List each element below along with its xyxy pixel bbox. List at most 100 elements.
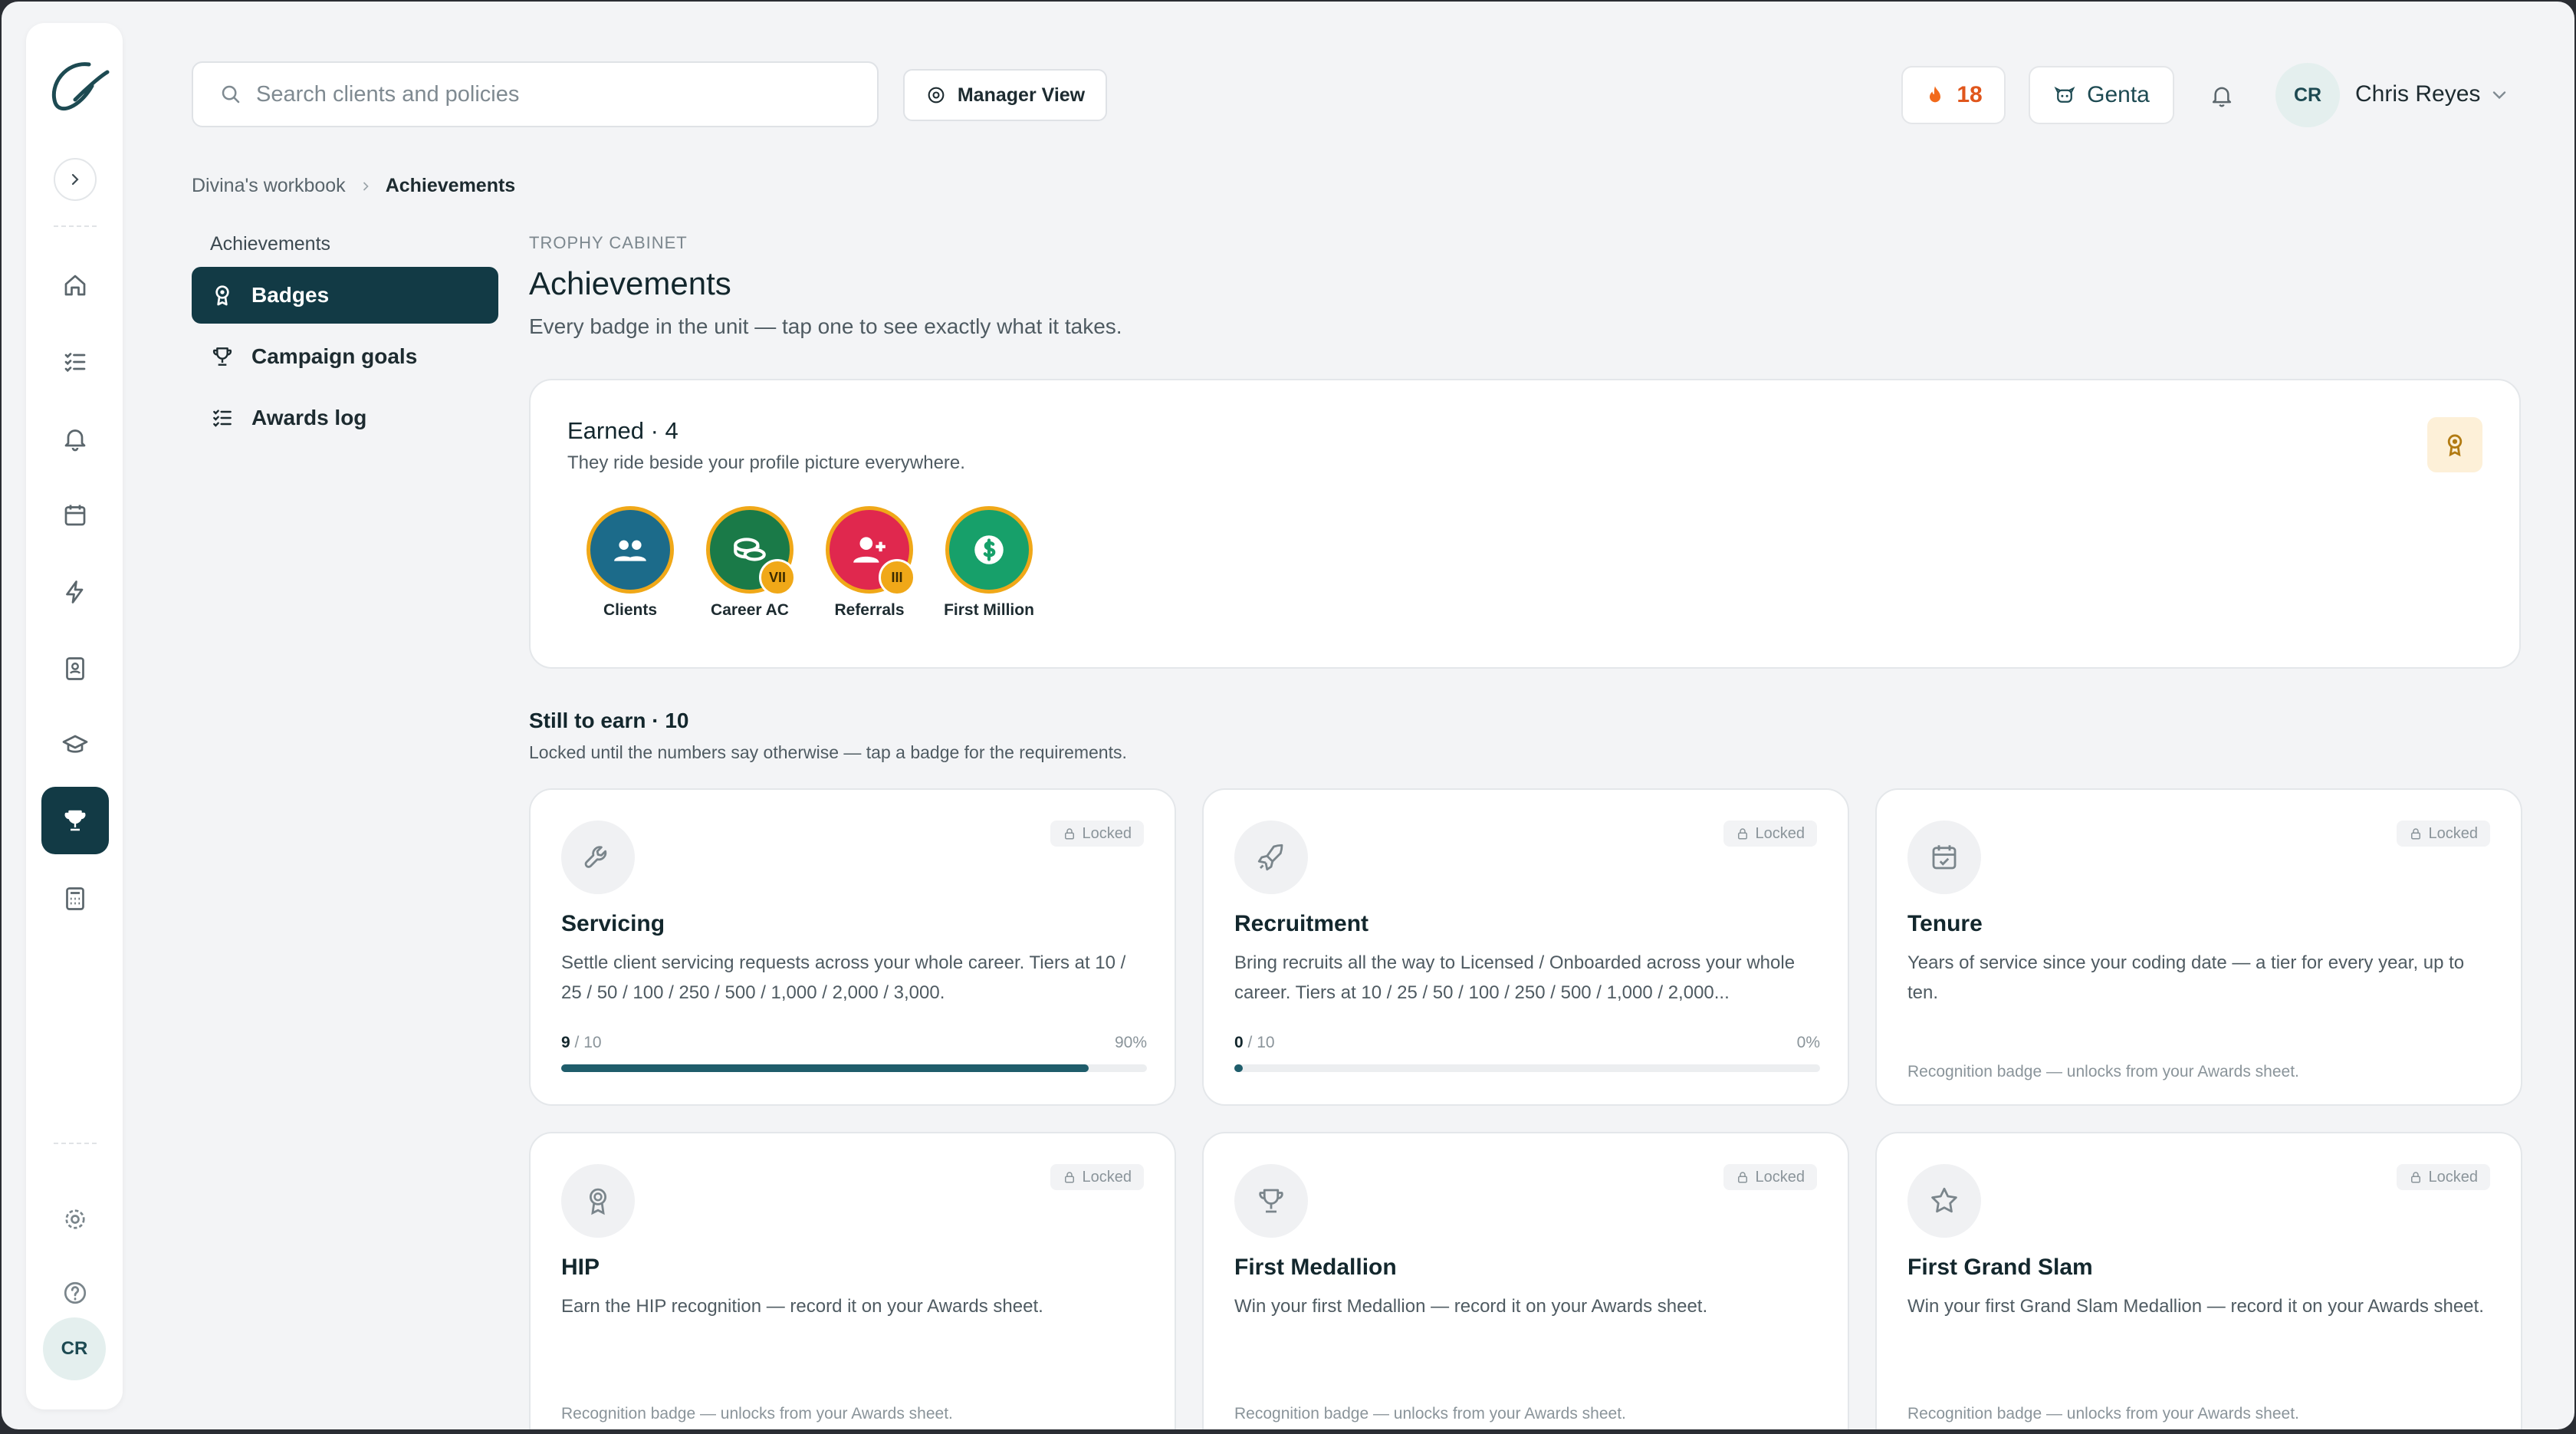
- card-footnote: Recognition badge — unlocks from your Aw…: [1234, 1405, 1626, 1422]
- progress-percent: 90%: [1114, 1034, 1147, 1051]
- streak-badge[interactable]: 18: [1901, 66, 2006, 124]
- locked-badge-card-recruitment[interactable]: Locked Recruitment Bring recruits all th…: [1202, 788, 1849, 1106]
- nav-calculator[interactable]: [41, 865, 109, 932]
- breadcrumb-parent[interactable]: Divina's workbook: [192, 175, 346, 197]
- nav-help[interactable]: [41, 1259, 109, 1327]
- locked-badge-card-servicing[interactable]: Locked Servicing Settle client servicing…: [529, 788, 1176, 1106]
- star-icon: [1907, 1164, 1981, 1238]
- nav-contacts[interactable]: [41, 635, 109, 702]
- nav-activity[interactable]: [41, 558, 109, 626]
- search-input[interactable]: [256, 81, 839, 107]
- lock-icon: [2410, 828, 2420, 840]
- subnav-item-campaign-goals[interactable]: Campaign goals: [192, 328, 498, 385]
- locked-label: Locked: [1755, 824, 1806, 842]
- checklist-icon: [64, 353, 86, 373]
- dollar-icon: [974, 535, 1004, 564]
- badge-medal: [945, 506, 1033, 594]
- card-title: Tenure: [1907, 911, 1983, 936]
- card-title: First Medallion: [1234, 1255, 1397, 1280]
- user-avatar[interactable]: CR: [2275, 63, 2340, 127]
- locked-badge: Locked: [1723, 821, 1817, 847]
- ribbon-icon: [215, 285, 229, 306]
- wrench-icon: [561, 821, 635, 894]
- icon-rail: CR: [26, 23, 123, 1409]
- user-name[interactable]: Chris Reyes: [2355, 81, 2480, 107]
- subnav-heading: Achievements: [210, 233, 331, 255]
- progress-fill: [1234, 1064, 1244, 1072]
- progress-fill: [561, 1064, 1089, 1072]
- trophy-icon: [1234, 1164, 1308, 1238]
- lock-icon: [1064, 1172, 1074, 1183]
- locked-badge-card-hip[interactable]: Locked HIP Earn the HIP recognition — re…: [529, 1132, 1176, 1429]
- card-description: Win your first Grand Slam Medallion — re…: [1907, 1296, 2484, 1317]
- nav-learning[interactable]: [41, 712, 109, 779]
- breadcrumb: Divina's workbook Achievements: [192, 175, 515, 197]
- locked-badge-card-tenure[interactable]: Locked Tenure Years of service since you…: [1875, 788, 2522, 1106]
- nav-achievements[interactable]: [41, 787, 109, 854]
- home-icon: [64, 275, 86, 296]
- earned-badges-card: Earned · 4 They ride beside your profile…: [529, 379, 2521, 669]
- search-field[interactable]: [192, 61, 879, 127]
- page-title: Achievements: [529, 265, 731, 301]
- nav-settings[interactable]: [41, 1186, 109, 1253]
- genta-button[interactable]: Genta: [2029, 66, 2174, 124]
- app-window: CR Manager View 18 Genta CR Chris Reyes …: [2, 2, 2574, 1429]
- locked-label: Locked: [1755, 1168, 1806, 1186]
- lock-icon: [1064, 828, 1074, 840]
- contact-book-icon: [66, 657, 84, 680]
- manager-view-label: Manager View: [957, 84, 1086, 106]
- badge-label: Clients: [603, 601, 657, 619]
- avatar[interactable]: CR: [43, 1317, 106, 1380]
- earned-badge-career-ac[interactable]: VII Career AC: [688, 506, 811, 620]
- progress-current: 0: [1234, 1034, 1244, 1051]
- locked-label: Locked: [2428, 824, 2479, 842]
- card-footnote: Recognition badge — unlocks from your Aw…: [561, 1405, 953, 1422]
- expand-rail-button[interactable]: [54, 158, 97, 201]
- logo-icon[interactable]: [35, 46, 115, 126]
- badge-medal: VII: [706, 506, 796, 596]
- progress-percent: 0%: [1796, 1034, 1820, 1051]
- locked-badge-card-first-medallion[interactable]: Locked First Medallion Win your first Me…: [1202, 1132, 1849, 1429]
- progress-readout: 9 / 10 90%: [561, 1034, 1147, 1052]
- manager-view-button[interactable]: Manager View: [903, 69, 1107, 121]
- tier-badge: III: [879, 559, 915, 596]
- progress-total: / 10: [574, 1034, 602, 1051]
- award-icon: [2427, 417, 2482, 472]
- page-subtitle: Every badge in the unit — tap one to see…: [529, 314, 1122, 338]
- genta-label: Genta: [2087, 82, 2150, 107]
- bell-icon: [2212, 87, 2232, 107]
- locked-label: Locked: [1082, 1168, 1132, 1186]
- still-to-earn-subtitle: Locked until the numbers say otherwise —…: [529, 742, 1127, 762]
- tier-badge: VII: [759, 559, 796, 596]
- chevron-down-icon[interactable]: [2489, 84, 2510, 106]
- earned-badge-first-million[interactable]: First Million: [928, 506, 1050, 620]
- earned-badge-referrals[interactable]: III Referrals: [808, 506, 931, 620]
- notifications-button[interactable]: [2206, 80, 2237, 110]
- badge-label: First Million: [944, 601, 1034, 619]
- card-title: HIP: [561, 1255, 600, 1280]
- locked-badge: Locked: [2396, 1164, 2490, 1190]
- rail-divider: [54, 1143, 97, 1144]
- subnav-item-badges[interactable]: Badges: [192, 267, 498, 324]
- streak-count: 18: [1957, 82, 1983, 107]
- nav-calendar[interactable]: [41, 482, 109, 549]
- earned-badge-clients[interactable]: Clients: [569, 506, 692, 620]
- lightning-icon: [66, 581, 84, 604]
- flame-icon: [1930, 86, 1941, 103]
- rocket-icon: [1234, 821, 1308, 894]
- assistant-icon: [2054, 87, 2075, 103]
- gear-icon: [65, 1209, 85, 1229]
- badge-medal: [586, 506, 674, 594]
- nav-home[interactable]: [41, 252, 109, 319]
- locked-label: Locked: [1082, 824, 1132, 842]
- calculator-icon: [66, 887, 84, 910]
- still-to-earn-title: Still to earn · 10: [529, 709, 689, 732]
- locked-badge-card-first-grand-slam[interactable]: Locked First Grand Slam Win your first G…: [1875, 1132, 2522, 1429]
- card-title: Servicing: [561, 911, 665, 936]
- nav-tasks[interactable]: [41, 328, 109, 396]
- lock-icon: [1737, 828, 1747, 840]
- subnav-item-awards-log[interactable]: Awards log: [192, 390, 498, 446]
- badge-label: Referrals: [834, 601, 905, 619]
- progress-current: 9: [561, 1034, 570, 1051]
- nav-notifications[interactable]: [41, 405, 109, 472]
